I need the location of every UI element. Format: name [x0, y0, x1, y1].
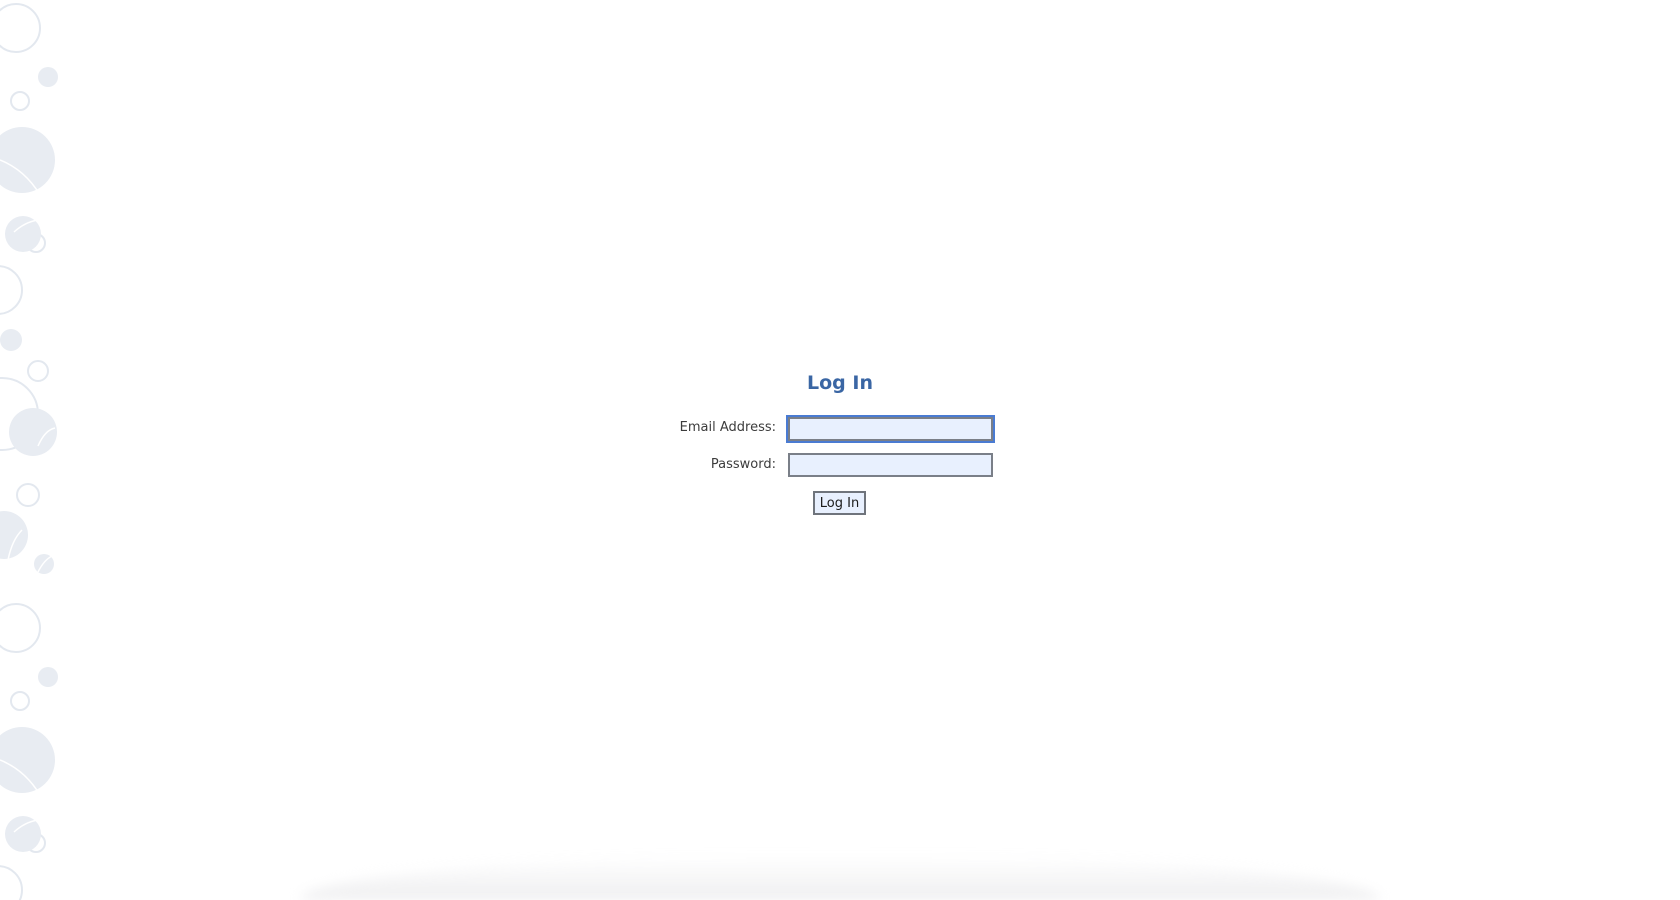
login-button[interactable]: Log In [813, 491, 866, 515]
page-title: Log In [807, 372, 873, 394]
password-label: Password: [710, 457, 776, 472]
password-field[interactable] [788, 453, 993, 477]
decorative-bubble-border [0, 3, 58, 900]
login-page: Log In Email Address: Password: Log In [0, 0, 1680, 900]
email-label: Email Address: [679, 420, 776, 435]
bottom-shadow [300, 856, 1380, 900]
email-field[interactable] [788, 417, 993, 441]
